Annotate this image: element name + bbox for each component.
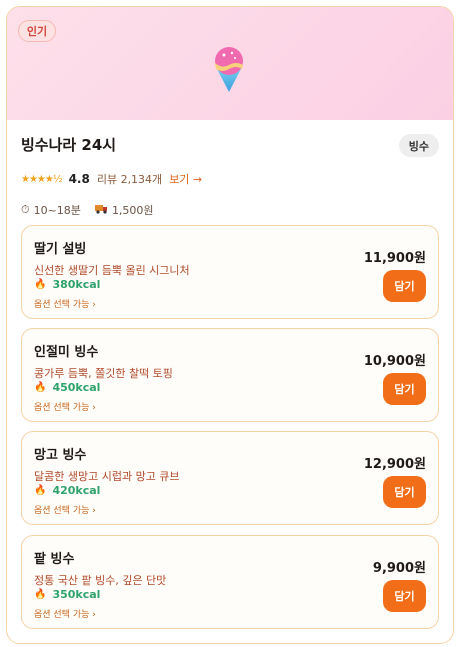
menu-item-calories: 🔥 420kcal: [34, 484, 100, 497]
review-count: 리뷰 2,134개: [96, 173, 163, 186]
menu-item-name: 팥 빙수: [34, 552, 75, 567]
store-card[interactable]: 인기 빙수나라 24시 빙수 ★★★★½ 4.8 리뷰 2,134개 보기 → …: [6, 6, 454, 644]
delivery-info: ⏱ 10~18분 1,500원: [21, 202, 154, 218]
clock-icon: ⏱: [21, 203, 30, 216]
view-reviews-link[interactable]: 보기 →: [169, 171, 202, 187]
menu-item-calories: 🔥 450kcal: [34, 381, 100, 394]
menu-item-calories: 🔥 350kcal: [34, 588, 100, 601]
calories-value: 350kcal: [52, 588, 101, 601]
store-name: 빙수나라 24시: [21, 136, 117, 154]
menu-item[interactable]: 인절미 빙수 콩가루 듬뿍, 쫄깃한 찰떡 토핑 🔥 450kcal 옵션 선택…: [21, 328, 439, 422]
menu-item-description: 신선한 생딸기 듬뿍 올린 시그니처: [34, 264, 190, 277]
star-rating-icon: ★★★★½: [21, 173, 63, 185]
menu-item-name: 인절미 빙수: [34, 345, 99, 360]
popular-badge: 인기: [18, 20, 56, 42]
calories-value: 450kcal: [52, 381, 101, 394]
calories-value: 420kcal: [52, 484, 101, 497]
menu-item-price: 9,900원: [372, 561, 426, 576]
add-to-cart-button[interactable]: 담기: [383, 373, 426, 405]
delivery-time: 10~18분: [33, 204, 81, 217]
delivery-fee: 1,500원: [111, 204, 154, 217]
menu-item-description: 정통 국산 팥 빙수, 깊은 단맛: [34, 574, 167, 587]
shaved-ice-icon: [215, 47, 243, 92]
menu-item-price: 10,900원: [363, 354, 426, 369]
store-hero: 인기: [7, 7, 453, 120]
menu-item-name: 딸기 설빙: [34, 242, 87, 257]
menu-item[interactable]: 망고 빙수 달콤한 생망고 시럽과 망고 큐브 🔥 420kcal 옵션 선택 …: [21, 431, 439, 525]
calories-value: 380kcal: [52, 278, 101, 291]
flame-icon: 🔥: [34, 485, 47, 496]
option-select-link[interactable]: 옵션 선택 가능 ›: [34, 400, 96, 413]
add-to-cart-button[interactable]: 담기: [383, 476, 426, 508]
menu-item[interactable]: 딸기 설빙 신선한 생딸기 듬뿍 올린 시그니처 🔥 380kcal 옵션 선택…: [21, 225, 439, 319]
menu-item-price: 12,900원: [363, 457, 426, 472]
option-select-link[interactable]: 옵션 선택 가능 ›: [34, 503, 96, 516]
rating-value: 4.8: [68, 172, 90, 186]
flame-icon: 🔥: [34, 279, 47, 290]
add-to-cart-button[interactable]: 담기: [383, 270, 426, 302]
flame-icon: 🔥: [34, 382, 47, 393]
menu-item-price: 11,900원: [363, 251, 426, 266]
add-to-cart-button[interactable]: 담기: [383, 580, 426, 612]
option-select-link[interactable]: 옵션 선택 가능 ›: [34, 607, 96, 620]
option-select-link[interactable]: 옵션 선택 가능 ›: [34, 297, 96, 310]
menu-item-calories: 🔥 380kcal: [34, 278, 100, 291]
truck-icon: [94, 204, 108, 217]
menu-item-description: 콩가루 듬뿍, 쫄깃한 찰떡 토핑: [34, 367, 173, 380]
menu-item-description: 달콤한 생망고 시럽과 망고 큐브: [34, 470, 180, 483]
menu-item-name: 망고 빙수: [34, 448, 87, 463]
rating-row: ★★★★½ 4.8 리뷰 2,134개 보기 →: [21, 171, 202, 187]
menu-item[interactable]: 팥 빙수 정통 국산 팥 빙수, 깊은 단맛 🔥 350kcal 옵션 선택 가…: [21, 535, 439, 629]
flame-icon: 🔥: [34, 589, 47, 600]
category-chip[interactable]: 빙수: [398, 134, 439, 157]
